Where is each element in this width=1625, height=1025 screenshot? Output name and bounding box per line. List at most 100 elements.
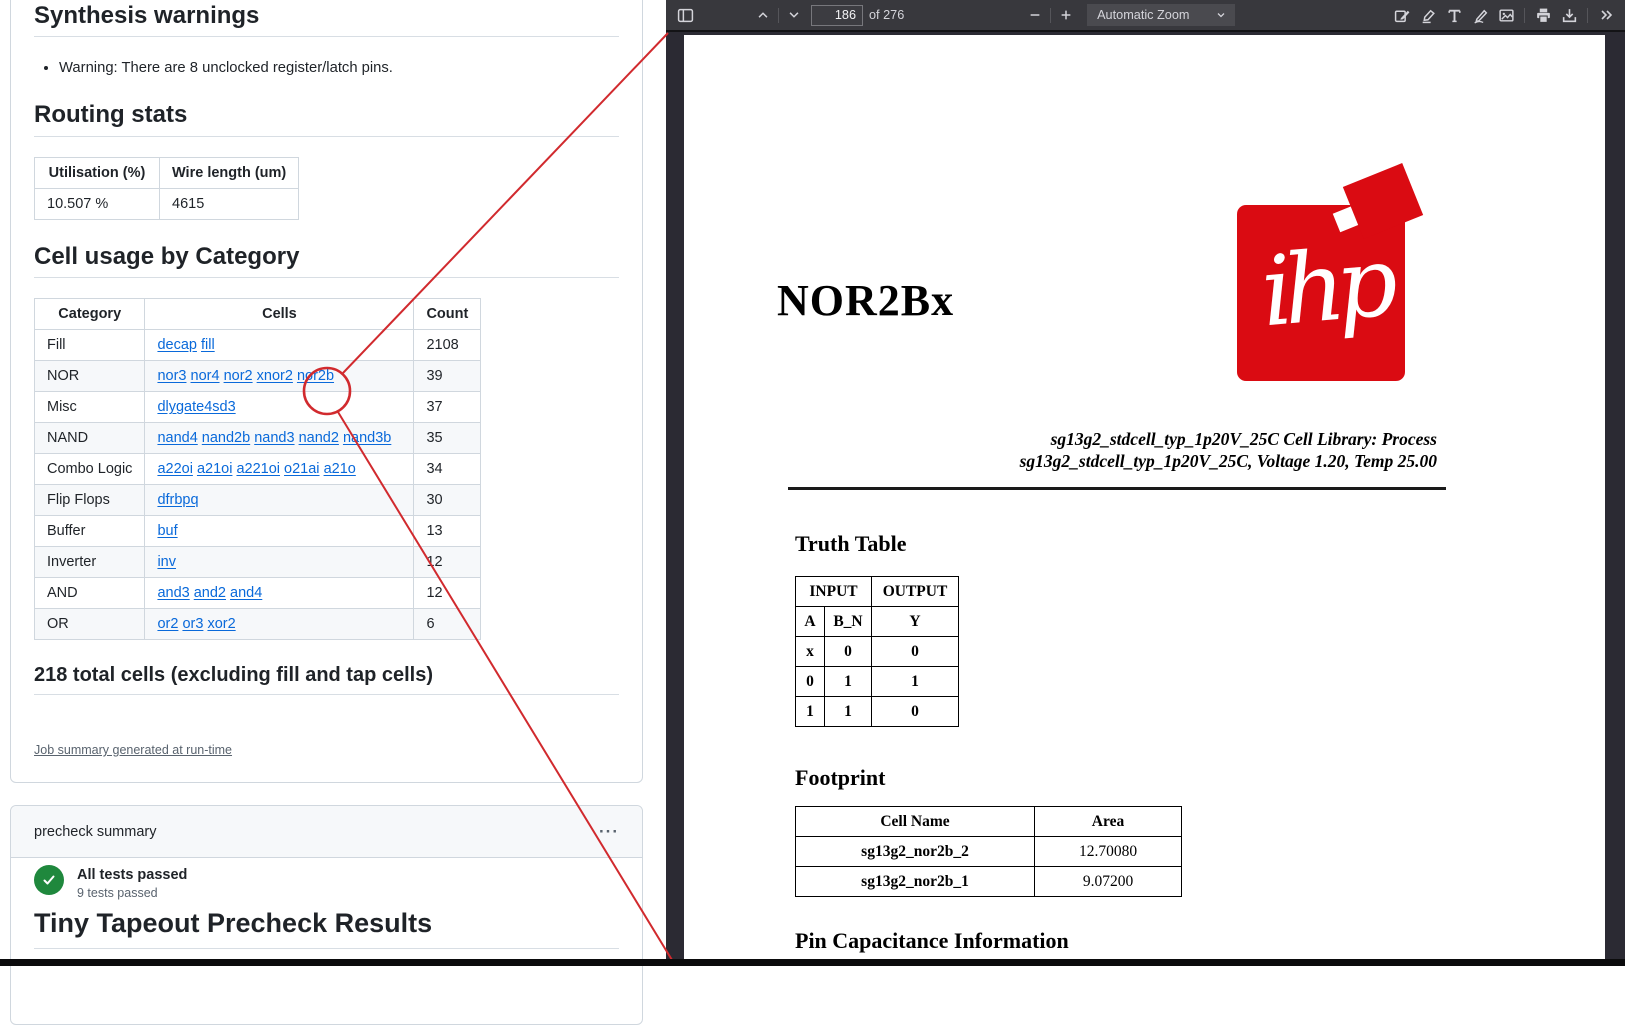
truth-value: 0	[825, 637, 872, 667]
routing-stats-table: Utilisation (%) Wire length (um) 10.507 …	[34, 157, 299, 220]
cell-link[interactable]: nand2	[299, 430, 339, 446]
kebab-menu-icon[interactable]: ···	[599, 827, 619, 837]
cell-link[interactable]: inv	[157, 554, 176, 570]
truth-value: 1	[872, 667, 959, 697]
cell-link[interactable]: a21o	[324, 461, 356, 477]
category-cell: Misc	[35, 392, 145, 423]
utilisation-value: 10.507 %	[35, 188, 160, 219]
sidebar-toggle-button[interactable]	[672, 3, 698, 27]
warning-list: Warning: There are 8 unclocked register/…	[34, 58, 619, 78]
cell-link[interactable]: or3	[182, 616, 203, 632]
count-cell: 2108	[414, 330, 481, 361]
cell-link[interactable]: and4	[230, 585, 262, 601]
text-tool-icon[interactable]	[1441, 3, 1467, 27]
page-count-label: of 276	[869, 8, 904, 22]
library-line: sg13g2_stdcell_typ_1p20V_25C, Voltage 1.…	[1020, 450, 1437, 472]
cells-cell: dfrbpq	[145, 485, 414, 516]
cell-link[interactable]: dfrbpq	[157, 492, 198, 508]
table-row: x00	[796, 637, 959, 667]
precheck-card-body: All tests passed 9 tests passed Tiny Tap…	[11, 858, 642, 949]
previous-page-button[interactable]	[750, 3, 776, 27]
cell-link[interactable]: nand3	[254, 430, 294, 446]
zoom-out-button[interactable]	[1022, 3, 1048, 27]
category-cell: NAND	[35, 423, 145, 454]
column-header: Category	[35, 299, 145, 330]
cell-link[interactable]: nand3b	[343, 430, 391, 446]
page-number-input[interactable]	[811, 5, 863, 26]
zoom-level-select[interactable]: Automatic Zoom	[1087, 4, 1235, 26]
category-cell: OR	[35, 609, 145, 640]
cell-link[interactable]: xnor2	[257, 368, 293, 384]
cell-link[interactable]: a22oi	[157, 461, 192, 477]
precheck-card-header: precheck summary ···	[11, 806, 642, 858]
cell-link[interactable]: nor2b	[297, 368, 334, 384]
count-cell: 6	[414, 609, 481, 640]
cell-link[interactable]: a221oi	[236, 461, 280, 477]
job-summary-link[interactable]: Job summary generated at run-time	[34, 743, 232, 757]
column-header: Count	[414, 299, 481, 330]
truth-value: 0	[796, 667, 825, 697]
cell-link[interactable]: nor4	[191, 368, 220, 384]
table-row: 110	[796, 697, 959, 727]
cells-cell: nor3 nor4 nor2 xnor2 nor2b	[145, 361, 414, 392]
count-cell: 12	[414, 547, 481, 578]
table-header-row: AB_NY	[796, 607, 959, 637]
check-circle-icon	[34, 865, 64, 895]
cell-link[interactable]: o21ai	[284, 461, 319, 477]
save-icon[interactable]	[1556, 3, 1582, 27]
table-row: sg13g2_nor2b_212.70080	[796, 837, 1182, 867]
print-icon[interactable]	[1530, 3, 1556, 27]
truth-value: 1	[825, 667, 872, 697]
precheck-card-title: precheck summary	[34, 824, 156, 840]
cell-link[interactable]: and3	[157, 585, 189, 601]
zoom-in-button[interactable]	[1053, 3, 1079, 27]
cells-cell: dlygate4sd3	[145, 392, 414, 423]
cell-link[interactable]: dlygate4sd3	[157, 399, 235, 415]
cells-cell: a22oi a21oi a221oi o21ai a21o	[145, 454, 414, 485]
ihp-logo: ihp	[1237, 175, 1432, 395]
cell-usage-heading: Cell usage by Category	[34, 244, 619, 278]
next-page-button[interactable]	[781, 3, 807, 27]
total-cells-heading: 218 total cells (excluding fill and tap …	[34, 664, 619, 695]
cell-link[interactable]: fill	[201, 337, 215, 353]
column-header: B_N	[825, 607, 872, 637]
cell-link[interactable]: xor2	[207, 616, 235, 632]
table-row: ANDand3 and2 and412	[35, 578, 481, 609]
category-cell: Buffer	[35, 516, 145, 547]
cell-link[interactable]: buf	[157, 523, 177, 539]
highlighter-tool-icon[interactable]	[1415, 3, 1441, 27]
table-header-row: Cell NameArea	[796, 807, 1182, 837]
cell-link[interactable]: or2	[157, 616, 178, 632]
column-header: Y	[872, 607, 959, 637]
cell-link[interactable]: nor2	[224, 368, 253, 384]
table-row: NAND nand4 nand2b nand3 nand2 nand3b 35	[35, 423, 481, 454]
cell-link[interactable]: nor3	[157, 368, 186, 384]
cells-cell: inv	[145, 547, 414, 578]
count-cell: 34	[414, 454, 481, 485]
test-status-row: All tests passed 9 tests passed	[34, 865, 619, 900]
footprint-heading: Footprint	[795, 765, 885, 791]
table-row: Flip Flopsdfrbpq30	[35, 485, 481, 516]
pdf-toolbar: of 276 Automatic Zoom	[666, 0, 1625, 32]
truth-value: x	[796, 637, 825, 667]
warning-item: Warning: There are 8 unclocked register/…	[59, 58, 619, 78]
toolbar-more-icon[interactable]	[1593, 3, 1619, 27]
group-header: INPUT	[796, 577, 872, 607]
image-tool-icon[interactable]	[1493, 3, 1519, 27]
table-header-row: Category Cells Count	[35, 299, 481, 330]
column-header: Cell Name	[796, 807, 1035, 837]
cell-link[interactable]: and2	[194, 585, 226, 601]
category-cell: Flip Flops	[35, 485, 145, 516]
table-row: OR or2 or3 xor2 6	[35, 609, 481, 640]
count-cell: 35	[414, 423, 481, 454]
cell-link[interactable]: decap	[157, 337, 197, 353]
cell-area: 12.70080	[1035, 837, 1182, 867]
signature-tool-icon[interactable]	[1389, 3, 1415, 27]
table-row: 011	[796, 667, 959, 697]
precheck-summary-card: precheck summary ··· All tests passed 9 …	[10, 805, 643, 1025]
cell-link[interactable]: nand2b	[202, 430, 250, 446]
cell-link[interactable]: nand4	[157, 430, 197, 446]
cell-usage-table-body: Filldecap fill2108NORnor3 nor4 nor2 xnor…	[35, 330, 481, 640]
draw-tool-icon[interactable]	[1467, 3, 1493, 27]
cell-link[interactable]: a21oi	[197, 461, 232, 477]
